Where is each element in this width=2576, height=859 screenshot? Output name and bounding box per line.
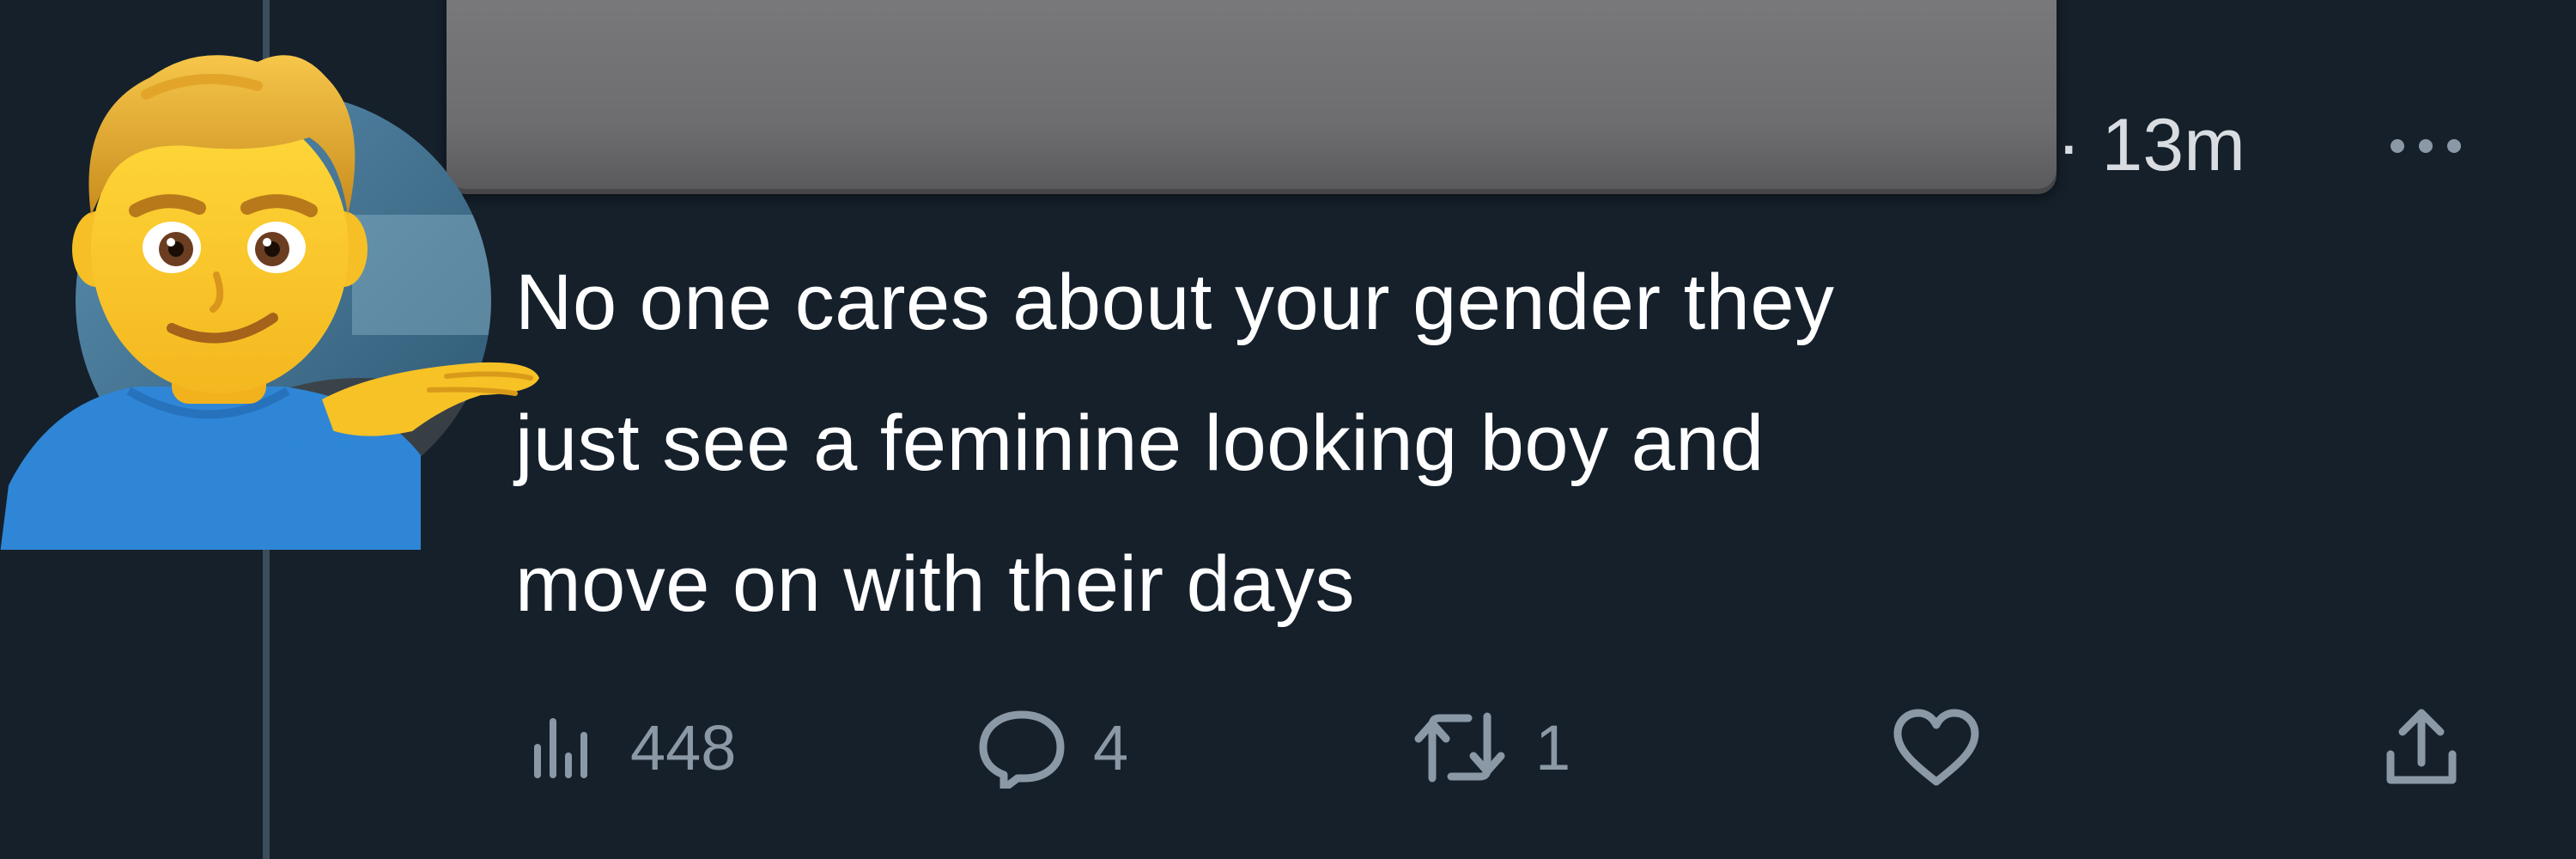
views-icon (534, 718, 587, 778)
tweet-timestamp[interactable]: · 13m (2057, 103, 2245, 188)
heart-icon (1893, 709, 1979, 786)
avatar[interactable] (0, 17, 550, 554)
tweet-text-line: move on with their days (515, 540, 1355, 628)
reply-count: 4 (1093, 711, 1129, 783)
retweet-button[interactable]: 1 (1408, 700, 1571, 795)
tweet-reply: · 13m No one cares about your gender the… (0, 0, 2576, 859)
more-icon (2391, 139, 2461, 153)
man-tipping-hand-emoji (0, 55, 539, 554)
like-button[interactable] (1889, 700, 1984, 795)
tweet-text-line: No one cares about your gender they (515, 259, 1835, 346)
retweet-count: 1 (1535, 711, 1571, 783)
views-button[interactable]: 448 (524, 700, 736, 795)
reply-button[interactable]: 4 (975, 700, 1128, 795)
tweet-text: No one cares about your gender they just … (515, 232, 2447, 655)
views-count: 448 (630, 711, 737, 783)
reply-icon (979, 710, 1065, 789)
redacted-author-header (447, 0, 2057, 189)
more-options-button[interactable] (2370, 112, 2482, 180)
tweet-text-line: just see a feminine looking boy and (515, 399, 1765, 487)
retweet-icon (1414, 712, 1505, 783)
share-button[interactable] (2379, 700, 2464, 795)
share-icon (2386, 709, 2457, 784)
action-bar: 448 4 1 (515, 700, 2516, 795)
